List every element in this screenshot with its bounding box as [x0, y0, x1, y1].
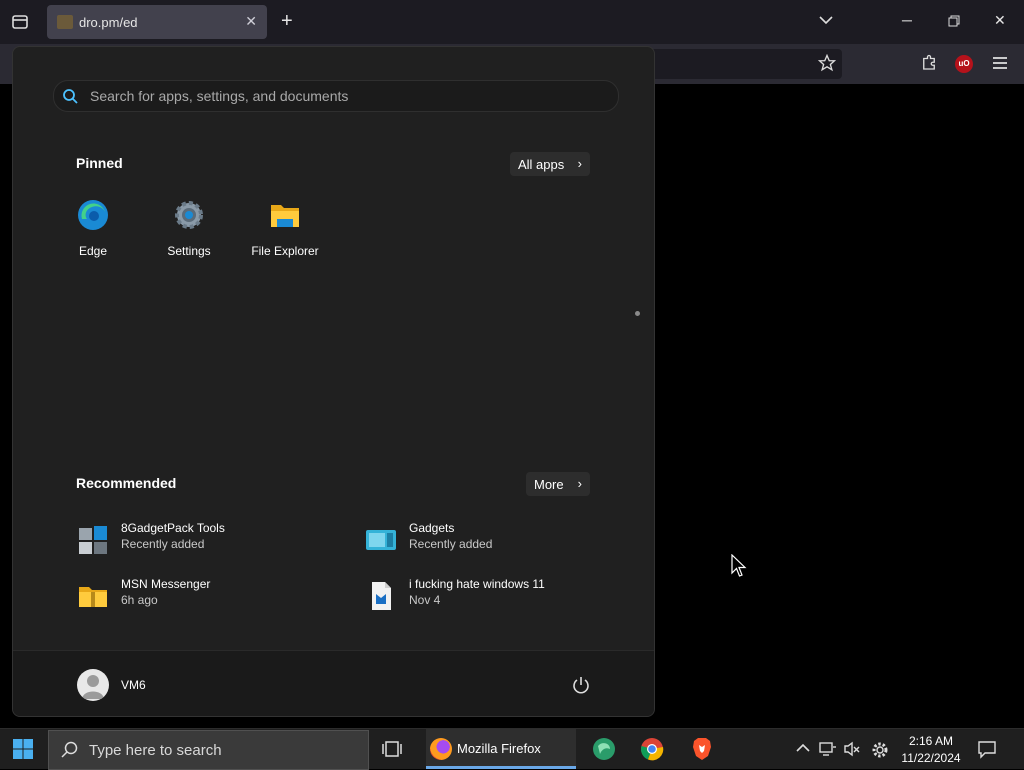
start-menu-footer: VM6 [13, 650, 654, 716]
user-name: VM6 [121, 678, 146, 692]
messenger-app-icon[interactable] [592, 737, 616, 761]
restore-icon[interactable] [948, 15, 960, 27]
user-avatar[interactable] [77, 669, 109, 701]
power-icon[interactable] [571, 675, 591, 695]
windows-start-icon[interactable] [13, 739, 33, 759]
notification-center-icon[interactable] [977, 739, 997, 759]
mouse-cursor-icon [731, 554, 747, 577]
recommended-item-sub: Recently added [121, 537, 205, 551]
task-view-icon[interactable] [382, 740, 402, 758]
recommended-item[interactable]: i fucking hate windows 11 Nov 4 [365, 577, 625, 617]
extensions-puzzle-icon[interactable] [920, 54, 938, 72]
ublock-origin-icon[interactable]: uO [955, 55, 973, 73]
pinned-app-edge[interactable]: Edge [43, 199, 143, 258]
recommended-item-sub: Nov 4 [409, 593, 441, 607]
pinned-app-label: Edge [78, 244, 108, 258]
taskbar-search-box[interactable]: Type here to search [48, 730, 369, 770]
edge-icon [78, 200, 108, 230]
chrome-icon[interactable] [640, 737, 664, 761]
page-indicator-dot[interactable] [635, 311, 640, 316]
search-placeholder: Search for apps, settings, and documents [90, 88, 349, 104]
chevron-right-icon: › [577, 476, 582, 491]
document-icon [372, 582, 391, 610]
all-apps-button[interactable]: All apps › [510, 152, 590, 176]
settings-gear-icon [175, 201, 203, 229]
brave-icon[interactable] [690, 737, 714, 761]
volume-muted-icon[interactable] [843, 741, 861, 757]
recommended-item-name: MSN Messenger [121, 577, 211, 591]
recommended-item-name: 8GadgetPack Tools [121, 521, 225, 535]
firefox-view-icon[interactable] [10, 12, 30, 32]
pinned-app-label: File Explorer [251, 244, 319, 258]
settings-gear-tray-icon[interactable] [871, 741, 889, 759]
tab-title: dro.pm/ed [79, 15, 138, 30]
hamburger-menu-icon[interactable] [992, 54, 1008, 72]
recommended-item-sub: Recently added [409, 537, 493, 551]
clock-date: 11/22/2024 [901, 751, 961, 765]
recommended-item-sub: 6h ago [121, 593, 158, 607]
show-hidden-icons-chevron-icon[interactable] [796, 743, 810, 753]
tab-favicon-icon [57, 15, 73, 29]
taskbar-search-placeholder: Type here to search [89, 742, 222, 759]
minimize-icon[interactable]: ─ [902, 12, 912, 28]
clock-time: 2:16 AM [908, 734, 954, 748]
folder-icon [271, 205, 299, 227]
taskbar-firefox-label: Mozilla Firefox [457, 741, 541, 756]
network-icon[interactable] [819, 741, 837, 757]
recommended-item[interactable]: MSN Messenger 6h ago [77, 577, 337, 617]
list-all-tabs-icon[interactable] [818, 12, 834, 28]
search-icon [63, 89, 78, 104]
url-field[interactable] [650, 49, 842, 79]
start-menu: Search for apps, settings, and documents… [12, 46, 655, 717]
more-button[interactable]: More › [526, 472, 590, 496]
all-apps-label: All apps [518, 157, 565, 172]
search-icon [61, 741, 78, 758]
pinned-app-settings[interactable]: Settings [139, 199, 239, 258]
taskbar-clock[interactable]: 2:16 AM 11/22/2024 [898, 733, 964, 767]
recommended-item[interactable]: 8GadgetPack Tools Recently added [77, 521, 337, 561]
recommended-heading: Recommended [76, 475, 177, 491]
zip-folder-icon [79, 587, 107, 607]
pinned-app-label: Settings [167, 244, 211, 258]
gadgets-icon [366, 530, 396, 550]
browser-tab-bar: dro.pm/ed ✕ + ─ ✕ [0, 0, 1024, 44]
pinned-app-file-explorer[interactable]: File Explorer [235, 199, 335, 258]
close-tab-icon[interactable]: ✕ [245, 13, 257, 30]
recommended-item-name: Gadgets [409, 521, 455, 535]
more-label: More [534, 477, 564, 492]
start-search-input[interactable]: Search for apps, settings, and documents [53, 80, 619, 112]
taskbar-firefox-button[interactable]: Mozilla Firefox [426, 729, 576, 769]
recommended-item-name: i fucking hate windows 11 [409, 577, 545, 591]
taskbar: Type here to search Mozilla Firefox 2:16… [0, 728, 1024, 770]
firefox-icon [430, 738, 452, 760]
bookmark-star-icon[interactable] [818, 54, 836, 72]
browser-tab[interactable]: dro.pm/ed ✕ [47, 5, 267, 39]
recommended-item[interactable]: Gadgets Recently added [365, 521, 625, 561]
new-tab-button[interactable]: + [281, 10, 293, 33]
gadgetpack-icon [79, 526, 107, 554]
user-icon [82, 675, 104, 699]
chevron-right-icon: › [577, 156, 582, 171]
pinned-heading: Pinned [76, 155, 123, 171]
close-window-icon[interactable]: ✕ [994, 12, 1006, 29]
